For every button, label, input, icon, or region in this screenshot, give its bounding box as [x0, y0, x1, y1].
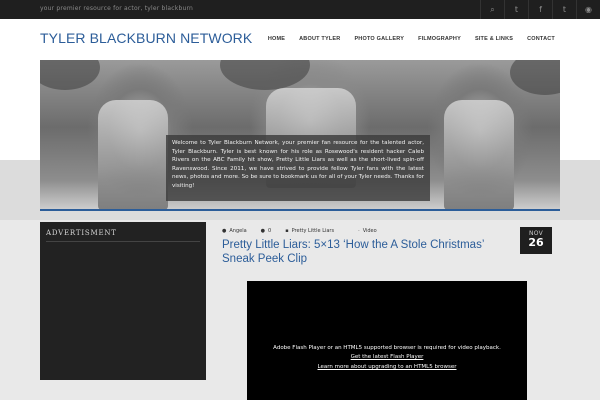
html5-browser-link[interactable]: Learn more about upgrading to an HTML5 b…: [247, 364, 527, 370]
comment-icon: ●: [260, 228, 266, 234]
site-tagline: your premier resource for actor, tyler b…: [40, 5, 194, 12]
social-icons: ⌕ t f t ◉: [480, 0, 600, 19]
hero-welcome-text: Welcome to Tyler Blackburn Network, your…: [166, 135, 430, 201]
hero-banner: Welcome to Tyler Blackburn Network, your…: [40, 60, 560, 210]
site-header: TYLER BLACKBURN NETWORK HOME ABOUT TYLER…: [0, 19, 600, 60]
post-author[interactable]: Angela: [229, 228, 246, 234]
post-title[interactable]: Pretty Little Liars: 5×13 ‘How the A Sto…: [222, 238, 514, 266]
post-category[interactable]: Pretty Little Liars: [292, 228, 334, 234]
tumblr-icon[interactable]: t: [552, 0, 576, 19]
post-meta: ● Angela ● 0 ▪ Pretty Little Liars · Vid…: [222, 228, 377, 234]
video-player[interactable]: Adobe Flash Player or an HTML5 supported…: [247, 281, 527, 400]
nav-item-about[interactable]: ABOUT TYLER: [299, 36, 340, 42]
nav-item-home[interactable]: HOME: [268, 36, 285, 42]
main-nav: HOME ABOUT TYLER PHOTO GALLERY FILMOGRAP…: [254, 36, 555, 42]
post-comments-count[interactable]: 0: [268, 228, 271, 234]
post-date-badge: NOV 26: [520, 227, 552, 254]
site-logo[interactable]: TYLER BLACKBURN NETWORK: [40, 30, 252, 46]
sidebar-title: ADVERTISMENT: [46, 229, 117, 237]
sidebar-divider: [46, 241, 200, 242]
twitter-icon[interactable]: t: [504, 0, 528, 19]
rss-icon[interactable]: ◉: [576, 0, 600, 19]
top-bar: your premier resource for actor, tyler b…: [0, 0, 600, 19]
video-message: Adobe Flash Player or an HTML5 supported…: [273, 345, 501, 351]
user-icon: ●: [222, 228, 227, 234]
flash-player-link[interactable]: Get the latest Flash Player: [247, 354, 527, 360]
sidebar-advertisement: ADVERTISMENT: [40, 222, 206, 380]
facebook-icon[interactable]: f: [528, 0, 552, 19]
nav-item-site-links[interactable]: SITE & LINKS: [475, 36, 513, 42]
post-date-day: 26: [528, 236, 544, 249]
nav-item-photo-gallery[interactable]: PHOTO GALLERY: [354, 36, 404, 42]
post-article: ● Angela ● 0 ▪ Pretty Little Liars · Vid…: [222, 222, 560, 400]
photo-figure: [98, 100, 168, 210]
folder-icon: ▪: [285, 228, 289, 234]
photo-figure: [444, 100, 514, 210]
search-icon[interactable]: ⌕: [480, 0, 504, 19]
tag-icon: ·: [358, 228, 360, 234]
nav-item-filmography[interactable]: FILMOGRAPHY: [418, 36, 461, 42]
post-tag[interactable]: Video: [363, 228, 377, 234]
nav-item-contact[interactable]: CONTACT: [527, 36, 555, 42]
hero-accent-line: [40, 209, 560, 211]
